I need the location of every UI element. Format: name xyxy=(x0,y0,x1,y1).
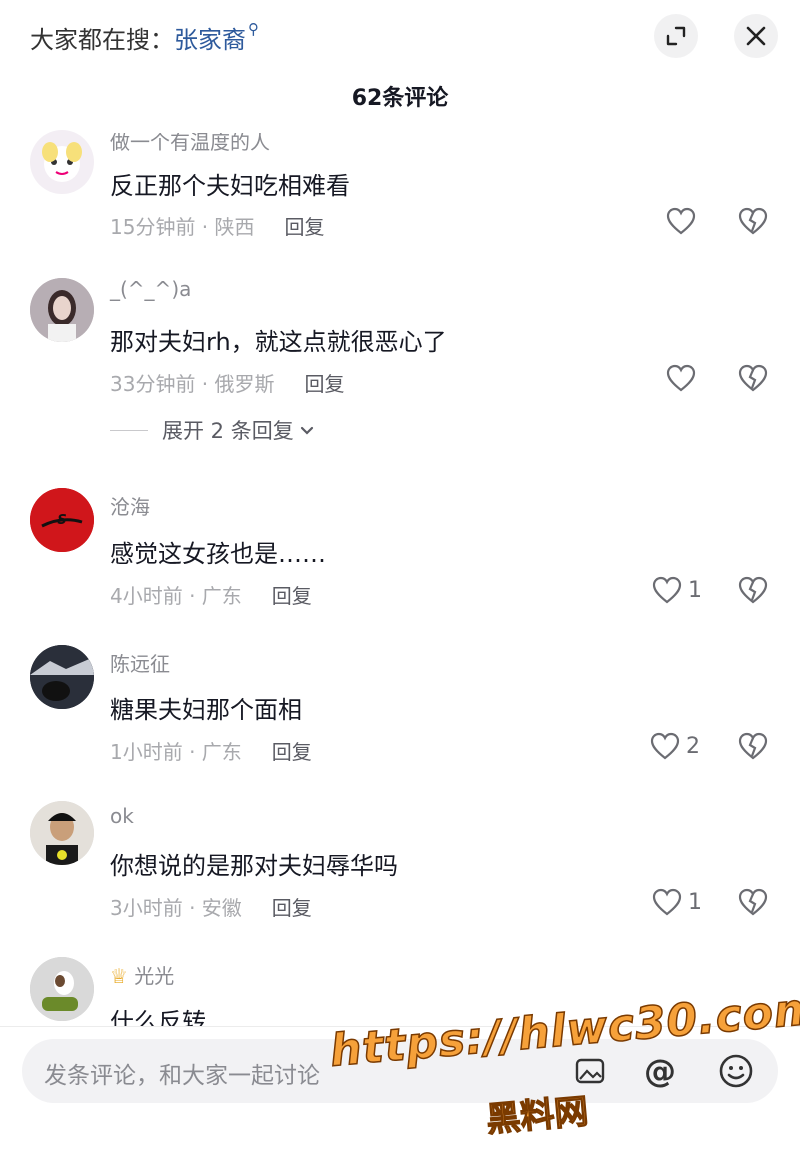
search-icon: ⚲ xyxy=(248,20,259,38)
mention-button[interactable]: @ xyxy=(640,1051,680,1091)
comment-meta: 33分钟前 · 俄罗斯 回复 xyxy=(110,368,345,397)
comment-username[interactable]: 沧海 xyxy=(110,491,150,520)
comment-username[interactable]: ♕ 光光 xyxy=(110,960,174,989)
like-button[interactable] xyxy=(666,364,702,392)
like-count: 1 xyxy=(688,577,702,603)
dislike-icon[interactable] xyxy=(738,576,768,604)
reply-button[interactable]: 回复 xyxy=(272,740,312,764)
reply-button[interactable]: 回复 xyxy=(272,584,312,608)
comment-input-bar: 发条评论，和大家一起讨论 @ xyxy=(0,1026,800,1175)
comment-text: 感觉这女孩也是…… xyxy=(110,540,326,568)
emoji-icon xyxy=(719,1054,753,1088)
comment-text: 糖果夫妇那个面相 xyxy=(110,696,302,724)
comment-text: 你想说的是那对夫妇辱华吗 xyxy=(110,852,398,880)
reply-button[interactable]: 回复 xyxy=(272,896,312,920)
image-button[interactable] xyxy=(570,1051,610,1091)
like-button[interactable]: 1 xyxy=(652,576,702,604)
heart-icon xyxy=(666,207,696,235)
comment-text: 什么反转 xyxy=(110,1008,206,1026)
comment-username[interactable]: 做一个有温度的人 xyxy=(110,133,270,155)
close-button[interactable] xyxy=(734,14,778,58)
comment-time-location: 15分钟前 · 陕西 xyxy=(110,215,255,239)
comment-input[interactable]: 发条评论，和大家一起讨论 @ xyxy=(22,1039,778,1103)
like-count: 2 xyxy=(686,733,700,759)
comment-meta: 4小时前 · 广东 回复 xyxy=(110,580,312,609)
comment-text: 那对夫妇rh，就这点就很恶心了 xyxy=(110,328,447,356)
heart-icon xyxy=(666,364,696,392)
comment-time-location: 33分钟前 · 俄罗斯 xyxy=(110,372,275,396)
dislike-icon[interactable] xyxy=(738,364,768,392)
comment-username-text: 光光 xyxy=(134,964,175,988)
expand-icon xyxy=(666,26,686,46)
comment-meta: 15分钟前 · 陕西 回复 xyxy=(110,211,325,240)
comment-username[interactable]: 陈远征 xyxy=(110,648,170,677)
reply-button[interactable]: 回复 xyxy=(305,372,345,396)
comment-input-placeholder: 发条评论，和大家一起讨论 xyxy=(44,1063,320,1089)
comment-text: 反正那个夫妇吃相难看 xyxy=(110,172,350,200)
like-count: 1 xyxy=(688,889,702,915)
emoji-button[interactable] xyxy=(716,1051,756,1091)
dislike-icon[interactable] xyxy=(738,207,768,235)
dislike-icon[interactable] xyxy=(738,732,768,760)
comment-time-location: 1小时前 · 广东 xyxy=(110,740,242,764)
avatar[interactable] xyxy=(30,645,94,709)
search-keyword[interactable]: 张家裔 xyxy=(174,26,246,54)
heart-icon xyxy=(650,732,680,760)
expand-replies-button[interactable]: 展开 2 条回复 xyxy=(110,415,316,445)
expand-replies-label: 展开 2 条回复 xyxy=(162,419,294,443)
at-icon: @ xyxy=(644,1052,676,1090)
comment-username[interactable]: ok xyxy=(110,804,134,828)
dislike-icon[interactable] xyxy=(738,888,768,916)
comment-time-location: 3小时前 · 安徽 xyxy=(110,896,242,920)
divider xyxy=(110,429,148,431)
like-button[interactable]: 2 xyxy=(650,732,700,760)
crown-icon: ♕ xyxy=(110,964,128,988)
avatar[interactable] xyxy=(30,957,94,1021)
comment-meta: 1小时前 · 广东 回复 xyxy=(110,736,312,765)
heart-icon xyxy=(652,888,682,916)
search-suggestion[interactable]: 大家都在搜：张家裔 ⚲ xyxy=(30,20,259,55)
avatar[interactable]: S xyxy=(30,488,94,552)
search-prefix: 大家都在搜： xyxy=(30,26,174,54)
image-icon xyxy=(575,1058,605,1084)
close-icon xyxy=(746,26,766,46)
reply-button[interactable]: 回复 xyxy=(285,215,325,239)
comment-time-location: 4小时前 · 广东 xyxy=(110,584,242,608)
heart-icon xyxy=(652,576,682,604)
comment-list[interactable]: 做一个有温度的人 反正那个夫妇吃相难看 15分钟前 · 陕西 回复 _(^_^)a… xyxy=(0,118,800,1026)
comment-meta: 3小时前 · 安徽 回复 xyxy=(110,892,312,921)
avatar[interactable] xyxy=(30,130,94,194)
avatar[interactable] xyxy=(30,278,94,342)
avatar[interactable] xyxy=(30,801,94,865)
like-button[interactable] xyxy=(666,207,702,235)
comment-username[interactable]: _(^_^)a xyxy=(110,277,191,301)
chevron-down-icon xyxy=(300,426,313,435)
expand-button[interactable] xyxy=(654,14,698,58)
like-button[interactable]: 1 xyxy=(652,888,702,916)
comment-count: 62条评论 xyxy=(351,86,449,111)
header: 大家都在搜：张家裔 ⚲ xyxy=(0,0,800,76)
